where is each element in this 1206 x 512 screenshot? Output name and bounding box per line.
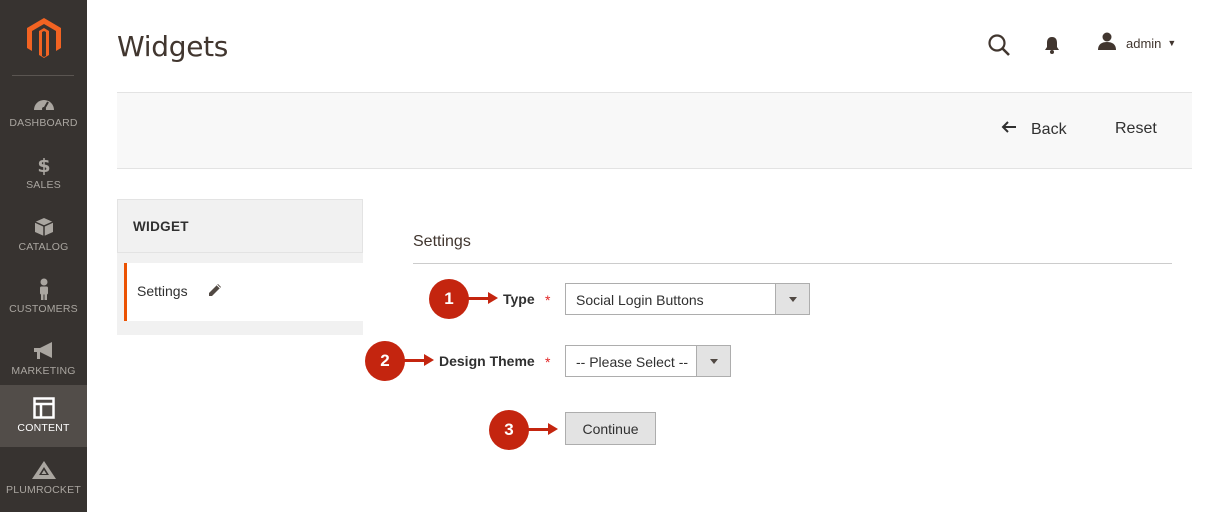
nav-dashboard[interactable]: DASHBOARD (0, 80, 87, 142)
plumrocket-icon (31, 460, 57, 480)
page-actions-bar: Back Reset (117, 92, 1192, 169)
required-marker: * (545, 354, 551, 370)
design-theme-label: Design Theme (439, 353, 535, 369)
megaphone-icon (32, 341, 56, 361)
pencil-icon (207, 282, 223, 298)
user-name: admin (1126, 35, 1162, 51)
nav-label: CUSTOMERS (9, 303, 78, 315)
nav-customers[interactable]: CUSTOMERS (0, 266, 87, 328)
nav-label: MARKETING (11, 365, 76, 377)
magento-logo[interactable] (0, 0, 87, 76)
design-theme-select-value: -- Please Select -- (576, 354, 689, 370)
settings-section-title: Settings (413, 233, 471, 250)
nav-plumrocket[interactable]: PLUMROCKET (0, 447, 87, 509)
search-icon[interactable] (987, 33, 1011, 57)
section-divider (413, 263, 1172, 264)
back-button[interactable]: Back (1001, 120, 1067, 139)
nav-label: CONTENT (17, 422, 70, 434)
svg-text:$: $ (37, 155, 50, 176)
arrow-left-icon (1001, 120, 1017, 139)
reset-button[interactable]: Reset (1115, 120, 1157, 138)
person-icon (37, 278, 51, 300)
dashboard-gauge-icon (32, 93, 56, 113)
required-marker: * (545, 292, 551, 308)
nav-label: PLUMROCKET (6, 484, 81, 496)
nav-catalog[interactable]: CATALOG (0, 204, 87, 266)
tab-settings[interactable]: Settings (124, 263, 363, 321)
callout-badge: 1 (429, 279, 469, 319)
back-label: Back (1031, 120, 1067, 138)
layout-icon (32, 397, 55, 419)
chevron-down-icon (696, 346, 730, 376)
nav-content[interactable]: CONTENT (0, 385, 87, 447)
nav-marketing[interactable]: MARKETING (0, 328, 87, 390)
design-theme-select[interactable]: -- Please Select -- (565, 345, 731, 377)
callout-arrow (404, 354, 434, 366)
type-label: Type (503, 291, 535, 307)
chevron-down-icon (775, 284, 809, 314)
tabs-heading: WIDGET (117, 199, 363, 253)
logo-divider (12, 75, 74, 76)
continue-button[interactable]: Continue (565, 412, 656, 445)
type-select-value: Social Login Buttons (576, 292, 704, 308)
type-select[interactable]: Social Login Buttons (565, 283, 810, 315)
callout-badge: 2 (365, 341, 405, 381)
callout-arrow (528, 423, 558, 435)
nav-sales[interactable]: $ SALES (0, 142, 87, 204)
admin-page: DASHBOARD $ SALES CATALOG CUSTOMERS MARK… (0, 0, 1206, 512)
bell-icon[interactable] (1043, 35, 1061, 55)
dollar-icon: $ (37, 155, 51, 176)
callout-badge: 3 (489, 410, 529, 450)
tabs-heading-label: WIDGET (133, 219, 189, 234)
nav-label: SALES (26, 179, 61, 191)
callout-arrow (468, 292, 498, 304)
widget-tabs-panel: WIDGET Settings (117, 199, 363, 335)
page-title: Widgets (117, 30, 229, 63)
box-icon (34, 217, 54, 237)
user-menu[interactable]: admin ▼ (1097, 32, 1176, 54)
tab-label: Settings (137, 283, 188, 299)
user-icon (1097, 31, 1117, 56)
admin-sidebar: DASHBOARD $ SALES CATALOG CUSTOMERS MARK… (0, 0, 87, 512)
nav-label: CATALOG (18, 241, 69, 253)
chevron-down-icon: ▼ (1167, 38, 1177, 48)
nav-label: DASHBOARD (9, 117, 78, 129)
